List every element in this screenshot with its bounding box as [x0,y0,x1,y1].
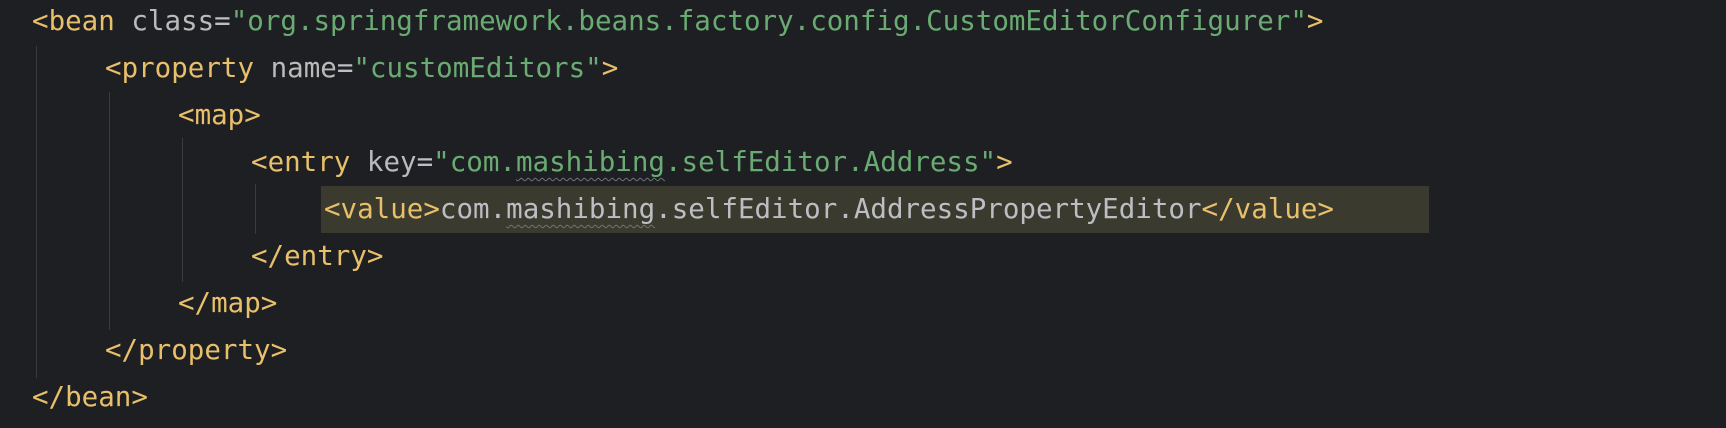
equals-sign: = [336,52,354,84]
text-content-start: com. [439,193,507,225]
tag-close-bracket: > [996,146,1013,178]
code-line-2[interactable]: <property name="customEditors"> [105,44,618,92]
tag-open-bracket: < [105,52,122,84]
tag-name: property [121,52,255,84]
attribute-value: "customEditors" [353,52,602,84]
entry-close-tag: </entry> [251,240,384,272]
code-line-7[interactable]: </map> [178,279,277,327]
code-line-5[interactable]: <value>com.mashibing.selfEditor.AddressP… [324,185,1334,233]
indent-guide [109,92,110,330]
attribute-value-start: "com. [433,146,516,178]
attribute-name: name [270,52,337,84]
typo-word: mashibing [506,193,656,225]
tag-close-bracket: > [601,52,619,84]
indent-guide [182,138,183,282]
attribute-value: "org.springframework.beans.factory.confi… [230,5,1307,37]
code-line-8[interactable]: </property> [105,326,287,374]
map-close-tag: </map> [178,287,278,319]
typo-word: mashibing [515,146,665,178]
property-close-tag: </property> [105,334,288,366]
attribute-name: key [366,146,417,178]
tag-name: entry [267,146,351,178]
value-close-tag: </value> [1201,193,1334,225]
tag-close-bracket: > [1306,5,1324,37]
code-line-1[interactable]: <bean class="org.springframework.beans.f… [32,0,1323,45]
equals-sign: = [416,146,434,178]
code-line-3[interactable]: <map> [178,91,261,139]
value-open-tag: <value> [324,193,440,225]
text-content-end: .selfEditor.AddressPropertyEditor [655,193,1202,225]
bean-close-tag: </bean> [32,381,148,413]
tag-open-bracket: < [32,5,49,37]
tag-close-bracket: > [244,99,261,131]
tag-name: map [194,99,245,131]
code-line-4[interactable]: <entry key="com.mashibing.selfEditor.Add… [251,138,1013,186]
tag-name: bean [48,5,115,37]
tag-open-bracket: < [178,99,195,131]
attribute-name: class [131,5,215,37]
code-editor[interactable]: <bean class="org.springframework.beans.f… [0,0,1726,428]
attribute-value-end: .selfEditor.Address" [664,146,997,178]
indent-guide [255,184,256,234]
code-line-6[interactable]: </entry> [251,232,383,280]
code-line-9[interactable]: </bean> [32,373,148,421]
equals-sign: = [214,5,231,37]
indent-guide [36,46,37,378]
tag-open-bracket: < [251,146,268,178]
